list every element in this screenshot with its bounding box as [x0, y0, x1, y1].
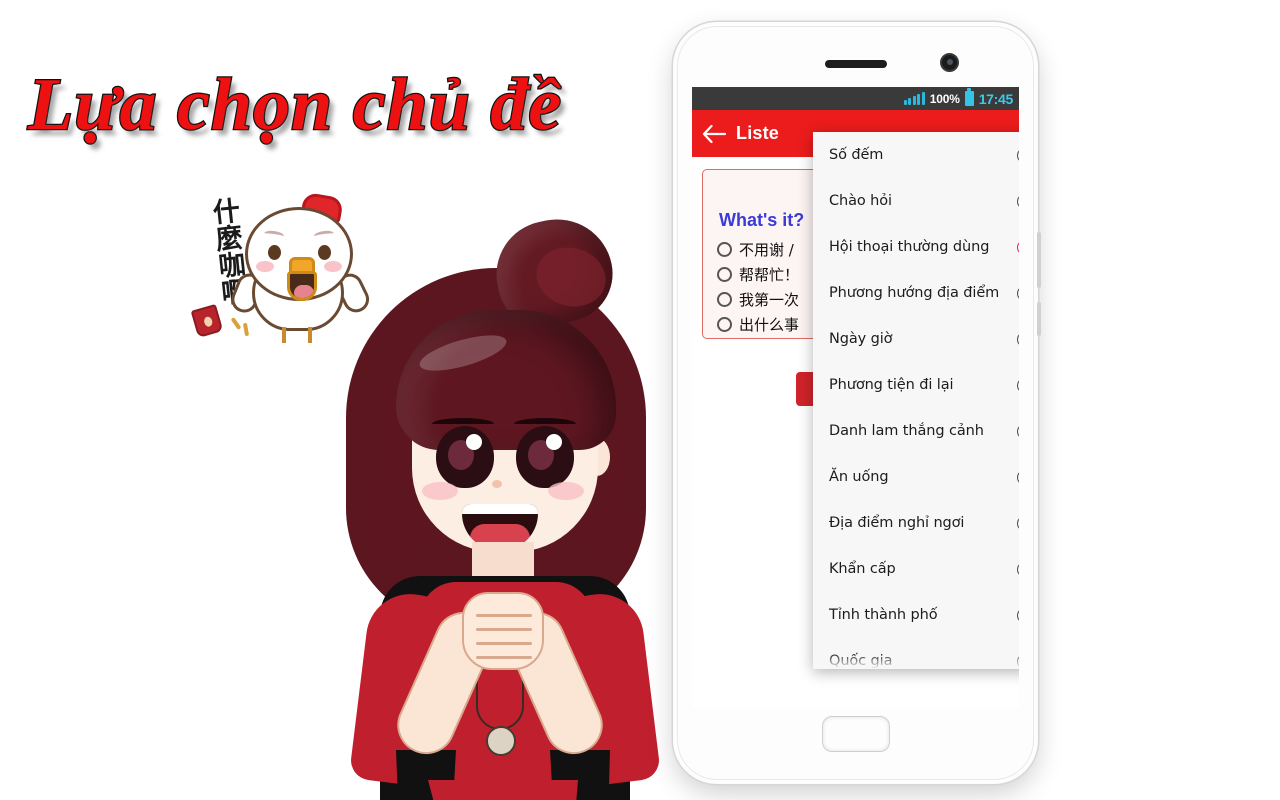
skirt — [428, 780, 578, 800]
radio-icon[interactable] — [717, 317, 732, 332]
radio-icon[interactable] — [1017, 193, 1019, 209]
topic-option-7[interactable]: Ăn uống — [813, 454, 1019, 500]
radio-selected-icon[interactable] — [1017, 239, 1019, 255]
front-camera-icon — [940, 53, 959, 72]
splash-mark — [242, 322, 250, 337]
radio-icon[interactable] — [1017, 285, 1019, 301]
question-option-label: 不用谢 / — [739, 241, 794, 259]
topic-option-6[interactable]: Danh lam thắng cảnh — [813, 408, 1019, 454]
screenshot-root: Lựa chọn chủ đề 什麼咖啊 100% 17:45 Liste Wh… — [0, 0, 1280, 800]
cheek-right — [548, 482, 584, 500]
page-title: Lựa chọn chủ đề — [27, 63, 563, 148]
topic-option-label: Chào hỏi — [829, 193, 892, 209]
topic-option-3[interactable]: Phương hướng địa điểm — [813, 270, 1019, 316]
topic-option-5[interactable]: Phương tiện đi lại — [813, 362, 1019, 408]
question-option-label: 我第一次 — [739, 291, 800, 309]
topic-option-4[interactable]: Ngày giờ — [813, 316, 1019, 362]
battery-percent-label: 100% — [929, 91, 960, 106]
chick-leg-left — [282, 327, 286, 343]
necklace-pendant — [486, 726, 516, 756]
topic-option-label: Tỉnh thành phố — [829, 607, 938, 623]
topic-option-label: Phương hướng địa điểm — [829, 285, 1000, 301]
radio-icon[interactable] — [1017, 561, 1019, 577]
topic-option-0[interactable]: Số đếm — [813, 132, 1019, 178]
question-option-label: 出什么事 — [739, 316, 800, 334]
app-bar-title: Liste — [736, 123, 780, 143]
volume-up-button[interactable] — [1037, 232, 1041, 288]
chick-eye-left — [268, 245, 281, 260]
radio-icon[interactable] — [1017, 607, 1019, 623]
radio-icon[interactable] — [1017, 515, 1019, 531]
topic-option-label: Địa điểm nghỉ ngơi — [829, 515, 965, 531]
topic-option-9[interactable]: Khẩn cấp — [813, 546, 1019, 592]
volume-down-button[interactable] — [1037, 302, 1041, 336]
back-arrow-icon[interactable] — [692, 110, 736, 157]
topic-option-label: Khẩn cấp — [829, 561, 896, 577]
topic-list: Số đếm Chào hỏi Hội thoại thường dùng Phươn… — [813, 132, 1019, 669]
topic-option-8[interactable]: Địa điểm nghỉ ngơi — [813, 500, 1019, 546]
radio-icon[interactable] — [717, 242, 732, 257]
topic-selection-dialog: Số đếm Chào hỏi Hội thoại thường dùng Phươn… — [813, 132, 1019, 669]
radio-icon[interactable] — [1017, 377, 1019, 393]
nose — [492, 480, 502, 488]
topic-option-label: Phương tiện đi lại — [829, 377, 954, 393]
battery-icon — [964, 88, 974, 106]
phone-screen: 100% 17:45 Liste What's it? 不用谢 / 帮帮忙！ 我… — [692, 87, 1019, 707]
hands — [462, 592, 544, 670]
radio-icon[interactable] — [1017, 331, 1019, 347]
earpiece-speaker — [824, 60, 887, 68]
cheek-left — [422, 482, 458, 500]
radio-icon[interactable] — [1017, 469, 1019, 485]
girl-illustration — [300, 190, 700, 800]
phone-mockup: 100% 17:45 Liste What's it? 不用谢 / 帮帮忙！ 我… — [673, 22, 1041, 784]
topic-option-label: Ngày giờ — [829, 331, 893, 347]
radio-icon[interactable] — [717, 267, 732, 282]
status-bar: 100% 17:45 — [692, 87, 1019, 110]
question-option-label: 帮帮忙！ — [739, 266, 800, 284]
topic-option-1[interactable]: Chào hỏi — [813, 178, 1019, 224]
radio-icon[interactable] — [1017, 147, 1019, 163]
topic-option-label: Danh lam thắng cảnh — [829, 423, 984, 439]
list-fade-overlay — [813, 653, 1019, 669]
signal-bars-icon — [903, 92, 925, 105]
coffee-cup-icon — [190, 303, 224, 339]
topic-option-10[interactable]: Tỉnh thành phố — [813, 592, 1019, 638]
home-button[interactable] — [821, 716, 890, 752]
topic-option-label: Hội thoại thường dùng — [829, 239, 990, 255]
splash-mark — [230, 317, 242, 330]
topic-option-label: Ăn uống — [829, 469, 889, 485]
chick-cheek-left — [256, 261, 274, 272]
topic-option-label: Số đếm — [829, 147, 884, 163]
topic-option-2[interactable]: Hội thoại thường dùng — [813, 224, 1019, 270]
eye-right — [516, 426, 574, 488]
eye-left — [436, 426, 494, 488]
radio-icon[interactable] — [1017, 423, 1019, 439]
status-clock: 17:45 — [978, 90, 1014, 107]
radio-icon[interactable] — [717, 292, 732, 307]
